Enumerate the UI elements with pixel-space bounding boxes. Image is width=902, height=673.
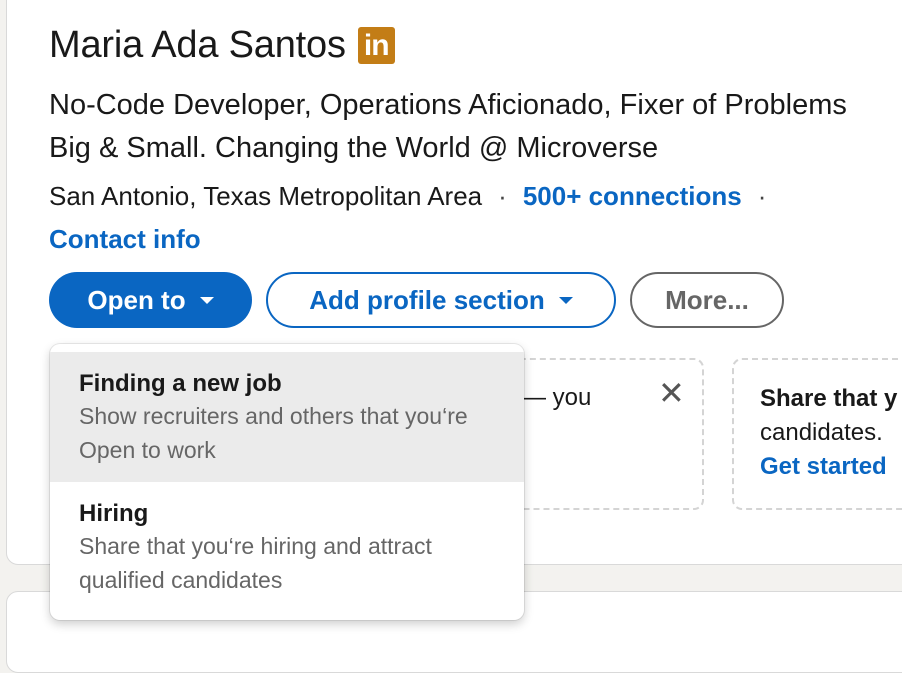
close-icon[interactable]: ✕ (658, 374, 685, 412)
suggestion-text: — you (522, 384, 592, 411)
profile-location: San Antonio, Texas Metropolitan Area (49, 181, 483, 211)
caret-down-icon (558, 296, 573, 304)
profile-name: Maria Ada Santos (49, 24, 346, 66)
profile-headline: No-Code Developer, Operations Aficionado… (49, 89, 847, 164)
open-to-button[interactable]: Open to (49, 272, 252, 328)
dropdown-item-title: Finding a new job (79, 370, 282, 397)
dropdown-item-hiring[interactable]: Hiring Share that you‘re hiring and attr… (50, 482, 524, 620)
hiring-suggestion-card: Share that y candidates. Get started (732, 358, 902, 510)
get-started-link[interactable]: Get started (760, 453, 887, 481)
connections-link[interactable]: 500+ connections (523, 181, 742, 211)
dropdown-item-description: Share that you‘re hiring and attract qua… (79, 533, 432, 593)
separator-dot: · (498, 181, 507, 211)
separator-dot: · (757, 181, 767, 211)
dropdown-item-title: Hiring (79, 500, 149, 527)
more-label: More... (665, 284, 749, 315)
dropdown-item-description: Show recruiters and others that you‘re O… (79, 403, 468, 463)
add-profile-section-label: Add profile section (309, 284, 545, 315)
profile-name-row: Maria Ada Santos in (49, 24, 395, 67)
suggestion-title: Share that y (760, 385, 898, 412)
open-to-dropdown: Finding a new job Show recruiters and ot… (50, 344, 524, 620)
contact-info-link[interactable]: Contact info (49, 220, 201, 258)
caret-down-icon (199, 296, 214, 304)
linkedin-icon[interactable]: in (357, 27, 395, 64)
add-profile-section-button[interactable]: Add profile section (266, 272, 616, 328)
dropdown-item-finding-new-job[interactable]: Finding a new job Show recruiters and ot… (50, 352, 524, 482)
location-row: San Antonio, Texas Metropolitan Area · 500… (49, 177, 782, 215)
open-to-label: Open to (87, 284, 186, 315)
more-button[interactable]: More... (630, 272, 784, 328)
suggestion-subtext: candidates. (760, 419, 883, 446)
